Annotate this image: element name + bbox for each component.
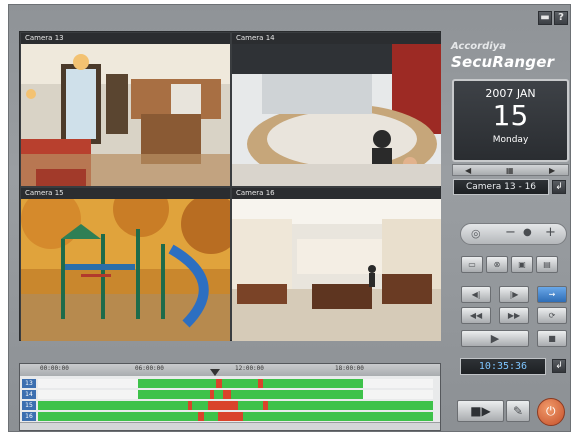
recording-timeline[interactable]: 00:00:00 06:00:00 12:00:00 18:00:00 13 1… <box>19 363 441 431</box>
date-display: 2007 JAN 15 Monday <box>452 79 569 162</box>
track-label-14[interactable]: 14 <box>22 390 36 399</box>
camera-feed-image <box>21 44 230 186</box>
help-button[interactable]: ? <box>554 11 568 25</box>
timeline-scrollbar[interactable] <box>20 422 440 430</box>
event-segment <box>188 401 192 410</box>
camera-label: Camera 14 <box>232 33 441 44</box>
play-button[interactable]: ▶ <box>461 330 529 347</box>
settings-button[interactable]: ⊗ <box>486 256 508 273</box>
zoom-in-button[interactable]: + <box>545 225 556 240</box>
event-segment <box>218 412 243 421</box>
track-14[interactable] <box>38 390 433 399</box>
previous-day-button[interactable]: ◀ <box>465 165 471 176</box>
record-camera-button[interactable]: ■▶ <box>457 400 504 422</box>
camera-feed-image <box>232 44 441 186</box>
event-segment <box>216 379 222 388</box>
step-back-button[interactable]: ◀| <box>461 286 491 303</box>
track-16[interactable] <box>38 412 433 421</box>
date-navigation: ◀ ▦ ▶ <box>452 164 569 176</box>
day-number: 15 <box>492 99 529 132</box>
time-enter-button[interactable]: ↲ <box>552 359 566 373</box>
tick-label: 18:00:00 <box>335 365 364 372</box>
camera-feed-image <box>21 199 230 341</box>
camera-group-enter-button[interactable]: ↲ <box>552 180 566 194</box>
track-label-13[interactable]: 13 <box>22 379 36 388</box>
camera-label: Camera 15 <box>21 188 230 199</box>
screen-icon: ▣ <box>518 260 526 269</box>
event-segment <box>198 412 204 421</box>
snapshot-button[interactable]: ▭ <box>461 256 483 273</box>
camera-view-13[interactable]: Camera 13 <box>21 33 230 186</box>
event-segment <box>223 390 231 399</box>
rewind-icon: ◀◀ <box>469 311 483 320</box>
step-back-icon: ◀| <box>471 290 481 299</box>
weekday: Monday <box>492 135 529 145</box>
enter-icon: ↲ <box>555 361 563 371</box>
camera-grid: Camera 13 Camera 14 Camera 15 Camera 16 <box>19 31 441 341</box>
stop-icon: ■ <box>548 334 556 343</box>
next-day-button[interactable]: ▶ <box>549 165 555 176</box>
recorded-segment <box>138 390 363 399</box>
power-button[interactable]: ⏻ <box>537 398 565 426</box>
time-ruler: 00:00:00 06:00:00 12:00:00 18:00:00 <box>20 364 440 376</box>
camera-label: Camera 16 <box>232 188 441 199</box>
screen-button[interactable]: ▣ <box>511 256 533 273</box>
rewind-button[interactable]: ◀◀ <box>461 307 491 324</box>
save-icon: ▤ <box>543 260 551 269</box>
securanger-window: ▬ ? Camera 13 Camera 14 Camera 15 Camera… <box>8 4 571 432</box>
time-display[interactable]: 10:35:36 <box>460 358 546 375</box>
tick-label: 00:00:00 <box>40 365 69 372</box>
event-segment <box>263 401 268 410</box>
track-label-15[interactable]: 15 <box>22 401 36 410</box>
video-camera-icon: ■▶ <box>470 404 491 418</box>
minimize-icon: ▬ <box>540 12 550 23</box>
track-label-16[interactable]: 16 <box>22 412 36 421</box>
playhead-marker[interactable] <box>210 369 220 376</box>
brand-name: Accordiya <box>451 41 506 52</box>
product-name: SecuRanger <box>451 53 555 71</box>
camera-view-15[interactable]: Camera 15 <box>21 188 230 341</box>
tools-button[interactable]: ✎ <box>506 400 530 422</box>
wrench-icon: ✎ <box>512 404 524 418</box>
loop-icon: ⟳ <box>548 311 556 320</box>
speed-icon: ⇝ <box>548 290 556 299</box>
stop-button[interactable]: ■ <box>537 330 567 347</box>
settings-icon: ⊗ <box>493 260 501 269</box>
track-15[interactable] <box>38 401 433 410</box>
track-13[interactable] <box>38 379 433 388</box>
camera-group-display[interactable]: Camera 13 - 16 <box>453 179 549 195</box>
camera-label: Camera 13 <box>21 33 230 44</box>
camera-view-16[interactable]: Camera 16 <box>232 188 441 341</box>
save-button[interactable]: ▤ <box>536 256 558 273</box>
zoom-out-button[interactable]: − <box>505 225 516 240</box>
zoom-control[interactable]: ◎ − ● + <box>460 223 567 245</box>
play-icon: ▶ <box>490 332 500 345</box>
speed-button[interactable]: ⇝ <box>537 286 567 303</box>
camera-feed-image <box>232 199 441 341</box>
zoom-slider-knob[interactable]: ● <box>523 227 532 238</box>
snapshot-icon: ▭ <box>468 260 476 269</box>
zoom-icon: ◎ <box>471 227 481 240</box>
recorded-segment <box>138 379 363 388</box>
enter-icon: ↲ <box>555 182 563 192</box>
loop-button[interactable]: ⟳ <box>537 307 567 324</box>
event-segment <box>258 379 263 388</box>
event-segment <box>208 401 238 410</box>
event-segment <box>210 390 214 399</box>
fast-forward-button[interactable]: ▶▶ <box>499 307 529 324</box>
step-forward-button[interactable]: |▶ <box>499 286 529 303</box>
step-forward-icon: |▶ <box>509 290 519 299</box>
fast-forward-icon: ▶▶ <box>507 311 521 320</box>
camera-view-14[interactable]: Camera 14 <box>232 33 441 186</box>
minimize-button[interactable]: ▬ <box>538 11 552 25</box>
calendar-icon[interactable]: ▦ <box>506 165 514 176</box>
tick-label: 06:00:00 <box>135 365 164 372</box>
tick-label: 12:00:00 <box>235 365 264 372</box>
power-icon: ⏻ <box>546 404 556 418</box>
